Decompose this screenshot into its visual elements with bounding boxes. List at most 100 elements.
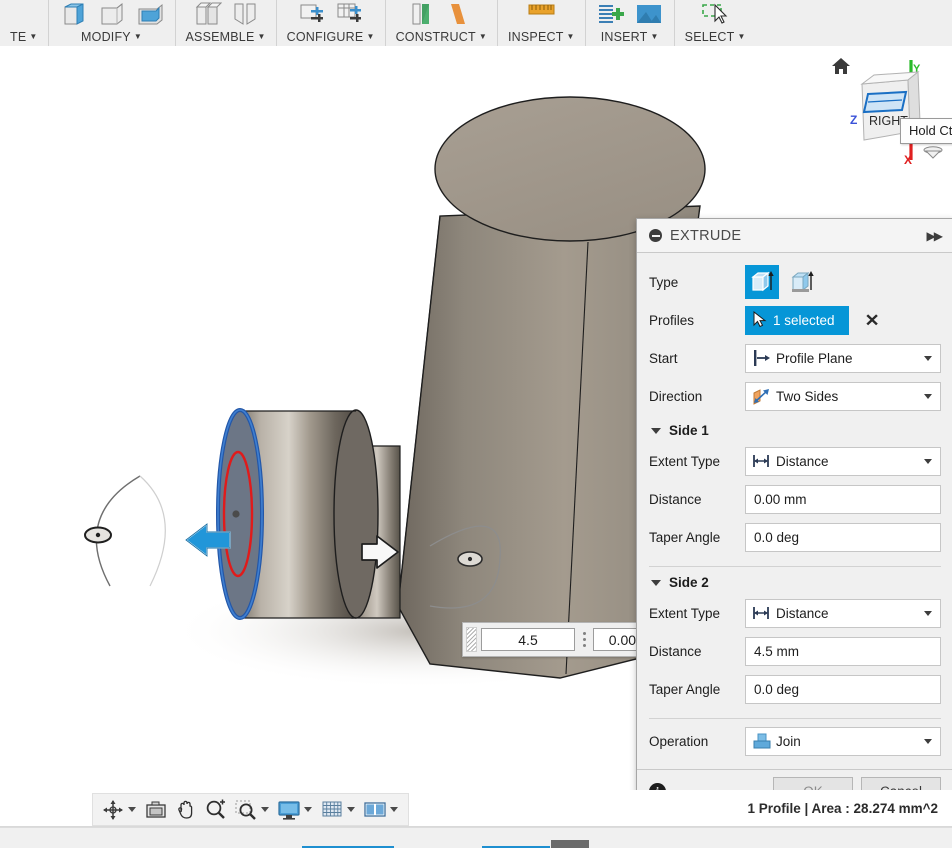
ribbon-label-text: MODIFY [81,30,131,44]
ribbon-group-label[interactable]: INSPECT ▼ [508,28,575,46]
direction-dropdown[interactable]: Two Sides [745,381,941,411]
ribbon-toolbar: TE ▼ MODIFY ▼ ASSEMBLE ▼ CONFIGURE ▼ CONSTRU… [0,0,952,47]
section-side-2[interactable]: Side 2 [649,567,941,594]
plane-angle-icon[interactable] [445,1,475,27]
ribbon-group-modify[interactable]: MODIFY ▼ [47,0,175,46]
ribbon-group-label[interactable]: INSERT ▼ [601,28,659,46]
ribbon-group-label[interactable]: CONFIGURE ▼ [287,28,375,46]
thin-extrude-icon[interactable] [785,265,819,299]
chevron-down-icon: ▼ [478,32,487,41]
side1-extent-type-dropdown[interactable]: Distance [745,446,941,476]
side1-taper-input[interactable]: 0.0 deg [745,522,941,552]
ribbon-group-assemble[interactable]: ASSEMBLE ▼ [174,0,276,46]
profile-extrude-icon[interactable] [745,265,779,299]
new-component-icon[interactable] [192,1,222,27]
taskbar-app-chip[interactable] [551,840,589,848]
type-label: Type [649,274,679,290]
side2-taper-input[interactable]: 0.0 deg [745,674,941,704]
chevron-down-icon[interactable] [924,610,932,616]
chevron-down-icon: ▼ [650,32,659,41]
collapse-icon[interactable] [649,229,662,242]
manipulator-distance-input[interactable]: 4.5 [481,628,575,651]
ribbon-group-configure[interactable]: CONFIGURE ▼ [275,0,385,46]
extrude-dialog[interactable]: EXTRUDE ▶▶ Type Profiles 1 selected ✕ St… [636,218,952,790]
ribbon-group-insert[interactable]: INSERT ▼ [584,0,674,46]
chevron-down-icon[interactable] [924,458,932,464]
chevron-down-icon[interactable] [924,355,932,361]
info-icon[interactable]: i [649,782,666,790]
insert-mcmaster-icon[interactable] [596,1,626,27]
side1-distance-input[interactable]: 0.00 mm [745,484,941,514]
start-dropdown[interactable]: Profile Plane [745,343,941,373]
side2-extent-type-dropdown[interactable]: Distance [745,598,941,628]
ok-button[interactable]: OK [773,777,853,790]
configure-icon[interactable] [297,1,327,27]
start-value: Profile Plane [776,350,853,366]
close-icon[interactable]: ✕ [864,312,879,329]
chevron-down-icon[interactable] [347,807,355,812]
cancel-button[interactable]: Cancel [861,777,941,790]
navigation-bar[interactable] [92,793,409,826]
configure-table-icon[interactable] [335,1,365,27]
chevron-down-icon[interactable] [304,807,312,812]
pan-hand-icon[interactable] [172,796,200,823]
section-side-1[interactable]: Side 1 [649,415,941,442]
ribbon-group-label[interactable]: MODIFY ▼ [81,28,142,46]
viewcube-dropdown-icon[interactable] [922,144,944,165]
offset-plane-icon[interactable] [407,1,437,27]
extrude-dialog-body: Type Profiles 1 selected ✕ Start Profile… [637,253,952,769]
side1-extent-type-value: Distance [776,453,829,469]
zoom-magnifier-icon[interactable] [202,796,230,823]
chevron-down-icon[interactable] [390,807,398,812]
ribbon-group-label[interactable]: SELECT ▼ [685,28,746,46]
two-sides-icon [752,387,774,405]
3d-viewport-canvas[interactable]: Y X Z RIGHT Hold Ct 4.5 0.00 mm EXTRUDE … [0,46,952,790]
ribbon-group-label[interactable]: TE ▼ [10,28,38,46]
insert-canvas-icon[interactable] [634,1,664,27]
ribbon-group-label[interactable]: CONSTRUCT ▼ [396,28,487,46]
side2-distance-input[interactable]: 4.5 mm [745,636,941,666]
axis-z-label: Z [850,113,857,127]
chevron-down-icon: ▼ [29,32,38,41]
side2-taper-label: Taper Angle [649,681,721,697]
axis-x-label: X [904,153,912,167]
press-pull-icon[interactable] [59,1,89,27]
expand-right-icon[interactable]: ▶▶ [927,229,945,243]
chevron-down-icon[interactable] [924,738,932,744]
joint-icon[interactable] [230,1,260,27]
distance-icon [752,452,774,470]
select-window-icon[interactable] [700,1,730,27]
ribbon-group-select[interactable]: SELECT ▼ [673,0,756,46]
row-direction: Direction Two Sides [649,377,941,415]
manipulator-options-dots[interactable] [577,632,591,647]
display-settings-icon[interactable] [275,796,316,823]
chevron-down-icon [651,579,661,586]
direction-value: Two Sides [776,388,839,404]
ribbon-label-text: INSPECT [507,30,564,44]
chevron-down-icon[interactable] [924,393,932,399]
chevron-down-icon [651,427,661,434]
ribbon-group-construct[interactable]: CONSTRUCT ▼ [384,0,497,46]
ribbon-label-text: CONSTRUCT [395,30,476,44]
ribbon-group-label[interactable]: ASSEMBLE ▼ [186,28,266,46]
look-at-icon[interactable] [142,796,170,823]
manipulator-drag-handle[interactable] [466,627,477,652]
measure-ruler-icon[interactable] [526,1,556,27]
ribbon-icons-insert [596,1,664,27]
extrude-dialog-header[interactable]: EXTRUDE ▶▶ [637,219,952,253]
row-side1-extent-type: Extent Type Distance [649,442,941,480]
grid-snaps-icon[interactable] [318,796,359,823]
ribbon-group-inspect[interactable]: INSPECT ▼ [496,0,585,46]
chevron-down-icon[interactable] [128,807,136,812]
orbit-icon[interactable] [99,796,140,823]
profiles-selection-chip[interactable]: 1 selected [745,305,849,335]
shell-icon[interactable] [135,1,165,27]
zoom-window-icon[interactable] [232,796,273,823]
chevron-down-icon[interactable] [261,807,269,812]
operation-dropdown[interactable]: Join [745,726,941,756]
ribbon-group-create[interactable]: TE ▼ [0,0,48,46]
fillet-icon[interactable] [97,1,127,27]
viewports-icon[interactable] [361,796,402,823]
viewcube[interactable]: Y X Z RIGHT Hold Ct [818,52,952,167]
distance-icon [752,604,774,622]
